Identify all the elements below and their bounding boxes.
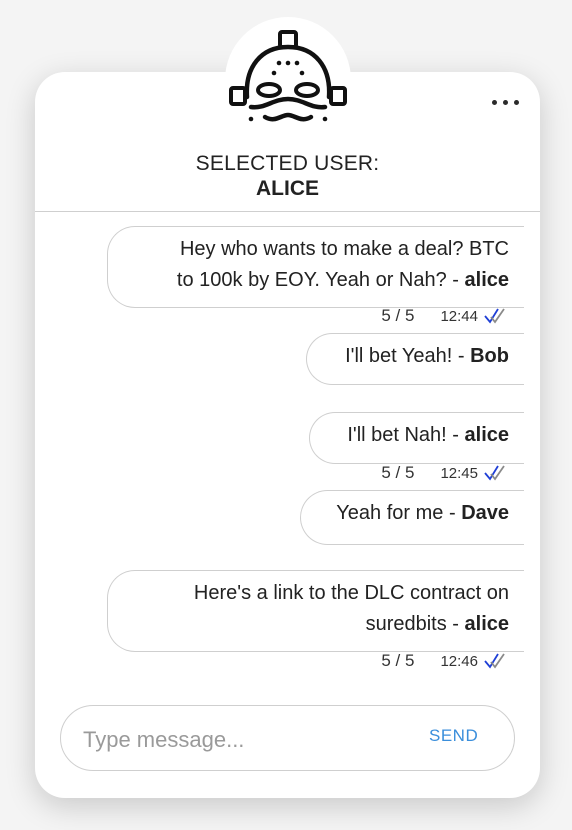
avatar xyxy=(225,17,351,127)
double-check-icon xyxy=(484,653,505,669)
hockey-mask-avatar-icon xyxy=(226,18,350,127)
message-text: I'll bet Nah! - alice xyxy=(347,424,509,446)
more-horizontal-icon xyxy=(491,99,497,105)
message-bubble: I'll bet Yeah! - Bob xyxy=(306,333,524,385)
message-text: Yeah for me - Dave xyxy=(336,502,509,524)
message-time: 12:45 xyxy=(440,464,478,482)
message-count: 5 / 5 xyxy=(381,651,415,670)
message-count: 5 / 5 xyxy=(381,306,415,325)
message-text: Here's a link to the DLC contract on xyxy=(193,582,509,604)
message-text: Hey who wants to make a deal? BTC xyxy=(179,238,509,260)
send-button[interactable]: SEND xyxy=(429,726,478,746)
message-count: 5 / 5 xyxy=(381,463,415,482)
message-bubble: Hey who wants to make a deal? BTC to 100… xyxy=(107,226,524,308)
more-horizontal-icon xyxy=(513,99,519,105)
message-author: alice xyxy=(464,424,509,446)
message-time: 12:44 xyxy=(440,307,478,325)
message-input[interactable] xyxy=(81,720,405,760)
message-bubble: I'll bet Nah! - alice xyxy=(309,412,524,464)
more-options-button[interactable] xyxy=(486,92,524,112)
more-horizontal-icon xyxy=(502,99,508,105)
message-text: I'll bet Yeah! - Bob xyxy=(345,345,509,367)
header-divider xyxy=(35,211,540,212)
message-bubble: Here's a link to the DLC contract on sur… xyxy=(107,570,524,652)
message-author: Dave xyxy=(461,502,509,524)
message-composer: SEND xyxy=(60,705,515,771)
double-check-icon xyxy=(484,465,505,481)
message-meta: 5 / 5 12:46 xyxy=(381,651,506,671)
message-author: alice xyxy=(464,269,509,291)
message-author: Bob xyxy=(470,345,509,367)
message-bubble: Yeah for me - Dave xyxy=(300,490,524,545)
message-text: suredbits - alice xyxy=(365,613,509,635)
message-text: to 100k by EOY. Yeah or Nah? - alice xyxy=(176,269,509,291)
message-author: alice xyxy=(464,613,509,635)
selected-user-name: ALICE xyxy=(256,177,319,200)
message-meta: 5 / 5 12:45 xyxy=(381,463,506,483)
message-meta: 5 / 5 12:44 xyxy=(381,306,506,326)
double-check-icon xyxy=(484,308,505,324)
message-time: 12:46 xyxy=(440,652,478,670)
selected-user-label: SELECTED USER: xyxy=(195,152,380,175)
